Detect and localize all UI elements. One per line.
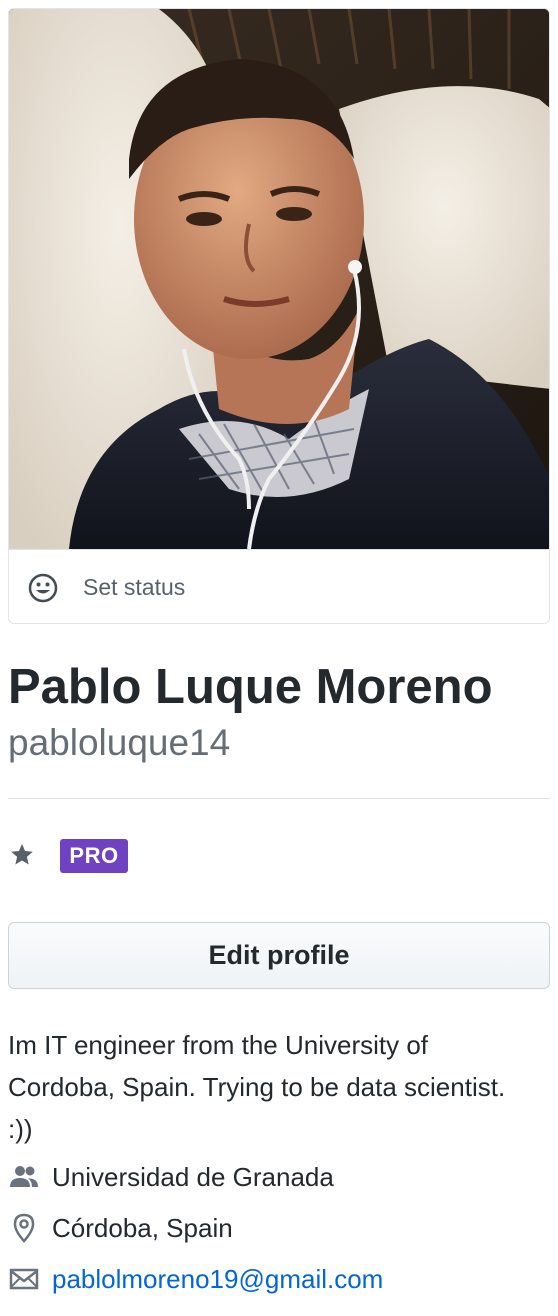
pro-badge[interactable]: PRO bbox=[60, 839, 128, 873]
set-status-label: Set status bbox=[83, 574, 186, 600]
profile-full-name: Pablo Luque Moreno bbox=[8, 660, 493, 714]
profile-organization: Universidad de Granada bbox=[8, 1157, 334, 1197]
profile-location: Córdoba, Spain bbox=[8, 1208, 233, 1248]
star-icon[interactable] bbox=[8, 841, 36, 869]
avatar-card: Set status bbox=[8, 8, 550, 624]
mail-icon bbox=[9, 1268, 39, 1290]
divider bbox=[8, 798, 550, 799]
avatar-photo bbox=[9, 9, 549, 549]
edit-profile-button[interactable]: Edit profile bbox=[8, 922, 550, 989]
profile-bio: Im IT engineer from the University of Co… bbox=[8, 1030, 506, 1144]
smiley-icon bbox=[28, 573, 58, 602]
email-link[interactable]: pablolmoreno19@gmail.com bbox=[52, 1264, 383, 1295]
people-icon bbox=[10, 1166, 38, 1187]
profile-username: pabloluque14 bbox=[8, 722, 231, 763]
location-text: Córdoba, Spain bbox=[52, 1212, 233, 1243]
profile-email: pablolmoreno19@gmail.com bbox=[8, 1259, 383, 1299]
organization-text: Universidad de Granada bbox=[52, 1161, 334, 1192]
profile-avatar[interactable] bbox=[9, 9, 549, 549]
location-pin-icon bbox=[13, 1213, 35, 1243]
set-status-button[interactable]: Set status bbox=[9, 549, 549, 623]
